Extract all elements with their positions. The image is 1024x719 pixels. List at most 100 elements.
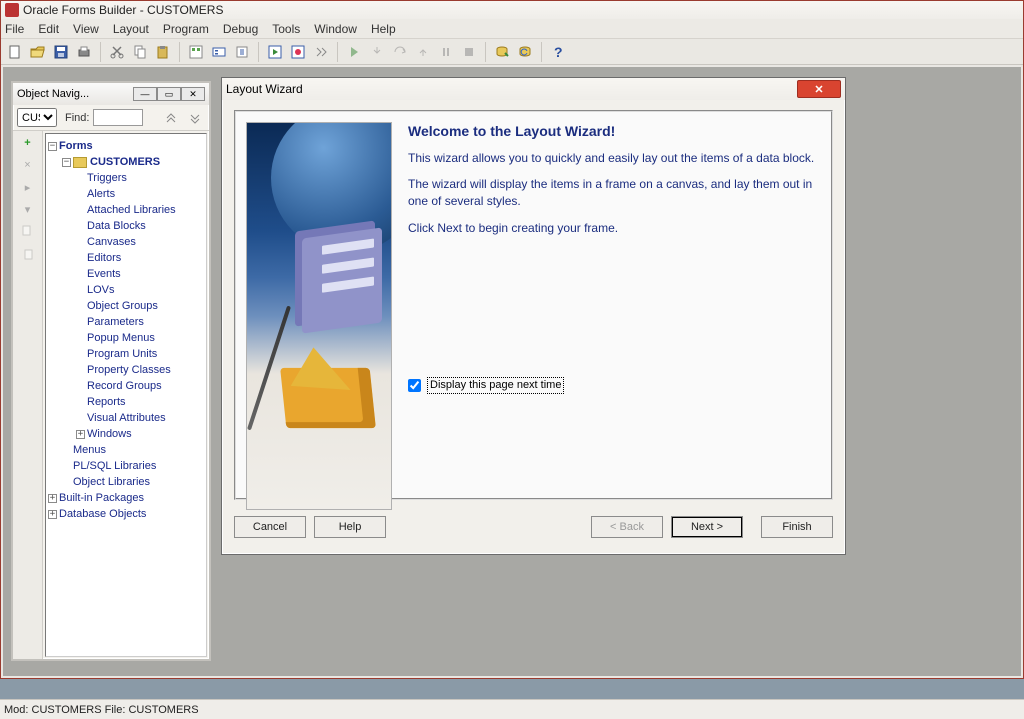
wizard-para-1: This wizard allows you to quickly and ea… <box>408 150 821 167</box>
tree-node[interactable]: Reports <box>46 394 204 410</box>
tree-node[interactable]: Parameters <box>46 314 204 330</box>
tree-node[interactable]: Events <box>46 266 204 282</box>
layout-editor-icon[interactable] <box>186 42 206 62</box>
tree-node[interactable]: PL/SQL Libraries <box>46 458 204 474</box>
menu-bar: File Edit View Layout Program Debug Tool… <box>1 19 1023 39</box>
block-wizard-icon[interactable] <box>209 42 229 62</box>
wizard-title: Layout Wizard <box>226 82 303 96</box>
close-button[interactable]: ✕ <box>181 87 205 101</box>
menu-window[interactable]: Window <box>314 22 357 36</box>
menu-layout[interactable]: Layout <box>113 22 149 36</box>
status-bar: Mod: CUSTOMERS File: CUSTOMERS <box>0 699 1024 719</box>
step-out-icon[interactable] <box>413 42 433 62</box>
tree-node[interactable]: Object Libraries <box>46 474 204 490</box>
layout-wizard-dialog: Layout Wizard ✕ Welcome to the Layout Wi… <box>221 77 846 555</box>
run-debug-icon[interactable] <box>288 42 308 62</box>
tree-node[interactable]: Program Units <box>46 346 204 362</box>
tree-node[interactable]: +Built-in Packages <box>46 490 204 506</box>
tree-node[interactable]: Canvases <box>46 234 204 250</box>
app-title: Oracle Forms Builder - CUSTOMERS <box>23 3 223 17</box>
tree-node[interactable]: +Database Objects <box>46 506 204 522</box>
tree-node[interactable]: LOVs <box>46 282 204 298</box>
tree-node[interactable]: Triggers <box>46 170 204 186</box>
print-icon[interactable] <box>74 42 94 62</box>
wizard-button-bar: Cancel Help < Back Next > Finish <box>234 514 833 540</box>
navigator-title: Object Navig... <box>17 88 89 100</box>
paste-props-icon[interactable] <box>19 245 37 261</box>
tree-node[interactable]: Record Groups <box>46 378 204 394</box>
help-icon[interactable]: ? <box>548 42 568 62</box>
wizard-text: Welcome to the Layout Wizard! This wizar… <box>408 122 821 488</box>
minimize-button[interactable]: — <box>133 87 157 101</box>
create-icon[interactable]: + <box>19 135 37 151</box>
db-connect-icon[interactable] <box>492 42 512 62</box>
wizard-para-2: The wizard will display the items in a f… <box>408 176 821 210</box>
tree-node[interactable]: Popup Menus <box>46 330 204 346</box>
wizard-title-bar[interactable]: Layout Wizard ✕ <box>222 78 845 100</box>
paste-icon[interactable] <box>153 42 173 62</box>
main-toolbar: ? <box>1 39 1023 65</box>
cancel-button[interactable]: Cancel <box>234 516 306 538</box>
tree-node[interactable]: +Windows <box>46 426 204 442</box>
expand-all-icon[interactable] <box>161 109 181 127</box>
tree-node[interactable]: Object Groups <box>46 298 204 314</box>
find-label: Find: <box>65 112 89 124</box>
object-navigator-window: Object Navig... — ▭ ✕ CUS Find: + × <box>11 81 211 661</box>
tree-node[interactable]: −Forms <box>46 138 204 154</box>
mdi-client-area: Object Navig... — ▭ ✕ CUS Find: + × <box>3 67 1021 676</box>
menu-help[interactable]: Help <box>371 22 396 36</box>
tree-node[interactable]: Property Classes <box>46 362 204 378</box>
navigator-selector[interactable]: CUS <box>17 108 57 127</box>
save-icon[interactable] <box>51 42 71 62</box>
tree-node[interactable]: Alerts <box>46 186 204 202</box>
stop-icon[interactable] <box>459 42 479 62</box>
title-bar[interactable]: Oracle Forms Builder - CUSTOMERS <box>1 1 1023 19</box>
back-button[interactable]: < Back <box>591 516 663 538</box>
menu-file[interactable]: File <box>5 22 24 36</box>
lov-wizard-icon[interactable] <box>232 42 252 62</box>
wizard-close-button[interactable]: ✕ <box>797 80 841 98</box>
db-refresh-icon[interactable] <box>515 42 535 62</box>
tree-node[interactable]: Editors <box>46 250 204 266</box>
open-icon[interactable] <box>28 42 48 62</box>
collapse-icon[interactable]: ▾ <box>19 201 37 217</box>
find-input[interactable] <box>93 109 143 126</box>
menu-edit[interactable]: Edit <box>38 22 59 36</box>
navigator-side-toolbar: + × ▸ ▾ <box>13 131 43 659</box>
svg-text:?: ? <box>554 44 563 60</box>
maximize-button[interactable]: ▭ <box>157 87 181 101</box>
tree-view[interactable]: −Forms−CUSTOMERSTriggersAlertsAttached L… <box>45 133 207 657</box>
wizard-heading: Welcome to the Layout Wizard! <box>408 122 821 142</box>
tree-node[interactable]: Attached Libraries <box>46 202 204 218</box>
compile-icon[interactable] <box>311 42 331 62</box>
copy-icon[interactable] <box>130 42 150 62</box>
collapse-all-icon[interactable] <box>185 109 205 127</box>
cut-icon[interactable] <box>107 42 127 62</box>
step-over-icon[interactable] <box>390 42 410 62</box>
menu-program[interactable]: Program <box>163 22 209 36</box>
next-button[interactable]: Next > <box>671 516 743 538</box>
navigator-title-bar[interactable]: Object Navig... — ▭ ✕ <box>13 83 209 105</box>
menu-tools[interactable]: Tools <box>272 22 300 36</box>
go-icon[interactable] <box>344 42 364 62</box>
menu-view[interactable]: View <box>73 22 99 36</box>
tree-node[interactable]: Visual Attributes <box>46 410 204 426</box>
step-into-icon[interactable] <box>367 42 387 62</box>
copy-props-icon[interactable] <box>19 223 37 239</box>
pause-icon[interactable] <box>436 42 456 62</box>
help-button[interactable]: Help <box>314 516 386 538</box>
menu-debug[interactable]: Debug <box>223 22 258 36</box>
wizard-body: Welcome to the Layout Wizard! This wizar… <box>234 110 833 500</box>
tree-node[interactable]: Data Blocks <box>46 218 204 234</box>
tree-node[interactable]: Menus <box>46 442 204 458</box>
tree-node[interactable]: −CUSTOMERS <box>46 154 204 170</box>
run-form-icon[interactable] <box>265 42 285 62</box>
display-next-time-checkbox[interactable] <box>408 379 421 392</box>
new-icon[interactable] <box>5 42 25 62</box>
navigator-toolbar: CUS Find: <box>13 105 209 131</box>
expand-icon[interactable]: ▸ <box>19 179 37 195</box>
finish-button[interactable]: Finish <box>761 516 833 538</box>
app-window: Oracle Forms Builder - CUSTOMERS File Ed… <box>0 0 1024 679</box>
delete-icon[interactable]: × <box>19 157 37 173</box>
display-next-time-label[interactable]: Display this page next time <box>427 377 564 394</box>
